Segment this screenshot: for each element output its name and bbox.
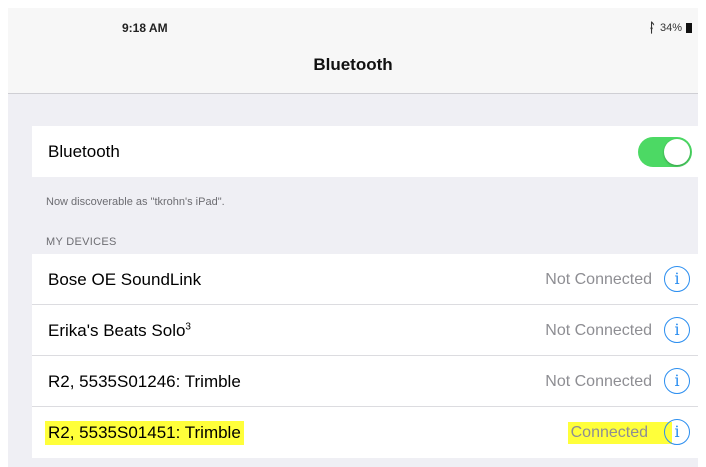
device-name: Bose OE SoundLink [48, 270, 202, 289]
my-devices-group: Bose OE SoundLink Not Connected i Erika'… [32, 254, 698, 458]
device-status: Not Connected [545, 271, 652, 288]
discoverable-note: Now discoverable as "tkrohn's iPad". [46, 196, 225, 208]
device-row[interactable]: Bose OE SoundLink Not Connected i [32, 254, 698, 305]
status-time: 9:18 AM [122, 21, 168, 35]
device-name-superscript: 3 [185, 321, 191, 333]
toggle-knob [664, 139, 690, 165]
bluetooth-settings-screen: 9:18 AM ᛛ 34% Bluetooth Bluetooth Now di… [8, 8, 698, 467]
bluetooth-toggle-cell: Bluetooth [32, 126, 698, 177]
status-right: ᛛ 34% [648, 20, 692, 35]
bluetooth-icon: ᛛ [648, 20, 656, 35]
battery-percent: 34% [659, 21, 682, 34]
page-title: Bluetooth [313, 55, 393, 74]
battery-icon [686, 22, 692, 33]
bluetooth-toggle-label: Bluetooth [48, 142, 120, 161]
status-bar: 9:18 AM ᛛ 34% [8, 8, 698, 42]
device-name-text: Erika's Beats Solo [48, 321, 186, 340]
device-name: R2, 5535S01451: Trimble [45, 421, 244, 445]
device-row-connected[interactable]: R2, 5535S01451: Trimble Connected i [32, 407, 698, 458]
bluetooth-toggle-switch[interactable] [638, 137, 692, 167]
info-icon[interactable]: i [664, 368, 690, 394]
device-name: Erika's Beats Solo3 [48, 321, 191, 341]
device-status: Not Connected [545, 373, 652, 390]
bluetooth-toggle-group: Bluetooth [32, 126, 698, 177]
my-devices-header: MY DEVICES [46, 236, 117, 248]
info-icon[interactable]: i [664, 317, 690, 343]
device-status: Connected [567, 422, 672, 444]
device-row[interactable]: R2, 5535S01246: Trimble Not Connected i [32, 356, 698, 407]
device-row[interactable]: Erika's Beats Solo3 Not Connected i [32, 305, 698, 356]
info-icon[interactable]: i [664, 419, 690, 445]
info-icon[interactable]: i [664, 266, 690, 292]
device-name: R2, 5535S01246: Trimble [48, 372, 241, 391]
device-status: Not Connected [545, 322, 652, 339]
navigation-bar: Bluetooth [8, 42, 698, 94]
